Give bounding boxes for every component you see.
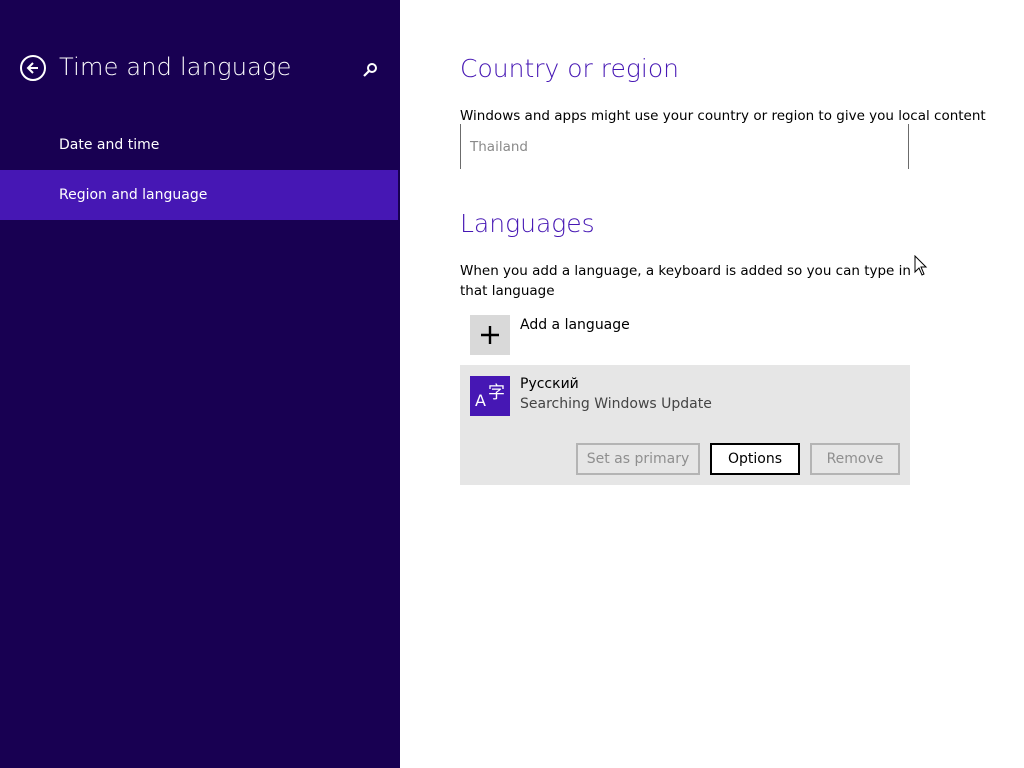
country-description: Windows and apps might use your country … (460, 108, 986, 124)
languages-section-title: Languages (460, 209, 595, 238)
country-region-value: Thailand (470, 138, 528, 155)
back-arrow-icon (26, 62, 38, 74)
search-button[interactable] (360, 60, 380, 80)
country-section-title: Country or region (460, 54, 679, 83)
language-icon: A字 (470, 376, 510, 416)
language-item-russian[interactable]: A字 Русский Searching Windows Update Set … (460, 365, 910, 485)
language-name: Русский (520, 376, 579, 392)
page-title: Time and language (59, 53, 292, 81)
sidebar-item-label: Date and time (59, 137, 160, 153)
languages-description: When you add a language, a keyboard is a… (460, 263, 911, 299)
add-tile (470, 315, 510, 355)
sidebar: Time and language Date and time Region a… (0, 0, 400, 768)
add-language-button[interactable]: Add a language (470, 315, 630, 355)
main-content: Country or region Windows and apps might… (400, 0, 1024, 768)
back-button[interactable] (20, 55, 46, 81)
set-as-primary-button[interactable]: Set as primary (576, 443, 700, 475)
sidebar-item-date-and-time[interactable]: Date and time (0, 120, 398, 170)
plus-icon (481, 326, 499, 344)
add-language-label: Add a language (520, 317, 630, 333)
remove-button[interactable]: Remove (810, 443, 900, 475)
sidebar-item-region-and-language[interactable]: Region and language (0, 170, 398, 220)
mouse-cursor-icon (914, 255, 928, 276)
search-icon (363, 63, 377, 77)
options-button[interactable]: Options (710, 443, 800, 475)
language-status: Searching Windows Update (520, 396, 712, 412)
sidebar-item-label: Region and language (59, 187, 208, 203)
country-region-dropdown[interactable]: Thailand (460, 124, 909, 169)
